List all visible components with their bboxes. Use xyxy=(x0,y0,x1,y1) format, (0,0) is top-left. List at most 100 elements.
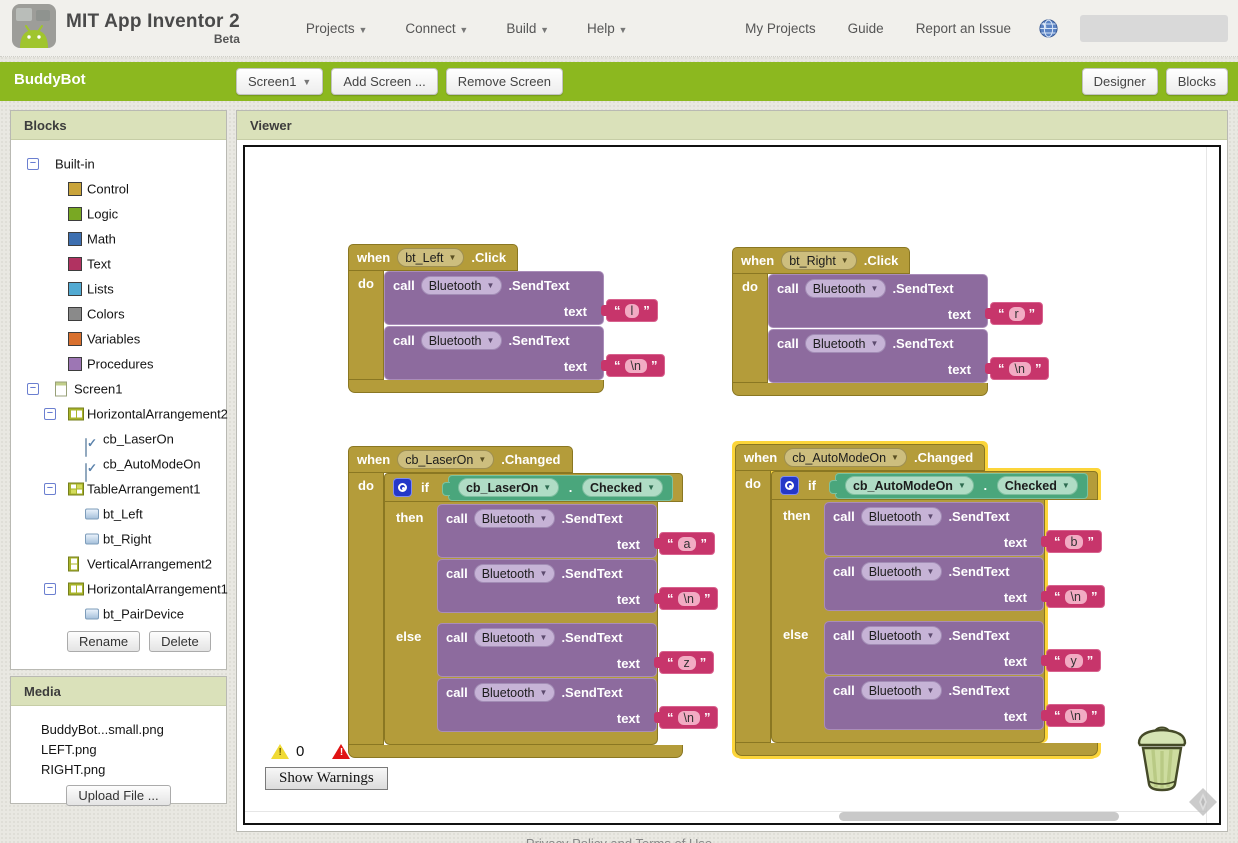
text-string-block[interactable]: “\n” xyxy=(653,706,719,729)
rename-button[interactable]: Rename xyxy=(67,631,141,652)
collapse-toggle-icon[interactable]: − xyxy=(44,482,56,495)
call-block[interactable]: call Bluetooth ▼ .SendText text “\n” xyxy=(437,678,719,732)
tree-item-colors[interactable]: Colors xyxy=(11,301,226,326)
designer-view-button[interactable]: Designer xyxy=(1081,68,1158,95)
link-report-an-issue[interactable]: Report an Issue xyxy=(916,21,1011,36)
collapse-toggle-icon[interactable]: − xyxy=(44,407,56,420)
menu-projects[interactable]: Projects ▼ xyxy=(306,21,367,36)
tree-item-text[interactable]: Text xyxy=(11,251,226,276)
component-dropdown[interactable]: Bluetooth ▼ xyxy=(804,279,887,298)
string-value[interactable]: r xyxy=(1008,306,1025,321)
tree-item-control[interactable]: Control xyxy=(11,176,226,201)
property-dropdown[interactable]: Checked ▼ xyxy=(996,476,1078,495)
string-value[interactable]: \n xyxy=(677,710,700,725)
media-file-left-png[interactable]: LEFT.png xyxy=(41,740,226,760)
string-value[interactable]: y xyxy=(1064,653,1083,668)
component-dropdown[interactable]: Bluetooth ▼ xyxy=(420,276,503,295)
component-dropdown[interactable]: Bluetooth ▼ xyxy=(420,331,503,350)
menu-connect[interactable]: Connect ▼ xyxy=(405,21,468,36)
component-dropdown[interactable]: cb_AutoModeOn ▼ xyxy=(844,476,974,495)
if-block[interactable]: if cb_AutoModeOn ▼ . Checked ▼ then call Blu… xyxy=(771,471,1106,743)
tree-item-verticalarrangement2[interactable]: VerticalArrangement2 xyxy=(11,551,226,576)
screen-selector-button[interactable]: Screen1 ▼ xyxy=(236,68,324,95)
text-string-block[interactable]: “b” xyxy=(1041,530,1102,553)
add-screen-button[interactable]: Add Screen ... xyxy=(331,68,438,95)
tree-item-built-in[interactable]: − Built-in xyxy=(11,151,226,176)
when-bt-right-stack[interactable]: when bt_Right ▼ .Click do call Bluetooth ▼ .Se… xyxy=(732,247,1050,396)
call-block[interactable]: call Bluetooth ▼ .SendText text “l” xyxy=(384,271,658,325)
tree-item-bt-pairdevice[interactable]: bt_PairDevice xyxy=(11,601,226,626)
tree-item-logic[interactable]: Logic xyxy=(11,201,226,226)
component-dropdown[interactable]: cb_AutoModeOn ▼ xyxy=(784,448,907,467)
property-dropdown[interactable]: Checked ▼ xyxy=(581,478,664,497)
text-string-block[interactable]: “\n” xyxy=(1040,585,1106,608)
text-string-block[interactable]: “a” xyxy=(654,532,715,555)
user-account-redacted[interactable] xyxy=(1080,14,1228,42)
mutator-gear-icon[interactable] xyxy=(393,478,412,497)
footer-links[interactable]: Privacy Policy and Terms of Use xyxy=(0,836,1238,843)
upload-file-button[interactable]: Upload File ... xyxy=(66,785,171,806)
blockly-logo[interactable] xyxy=(1188,787,1218,822)
string-value[interactable]: \n xyxy=(624,358,647,373)
link-guide[interactable]: Guide xyxy=(848,21,884,36)
component-dropdown[interactable]: Bluetooth ▼ xyxy=(473,683,556,702)
call-block[interactable]: call Bluetooth ▼ .SendText text “r” xyxy=(768,274,1044,328)
call-block[interactable]: call Bluetooth ▼ .SendText text “y” xyxy=(824,621,1102,675)
blocks-view-button[interactable]: Blocks xyxy=(1165,68,1228,95)
text-string-block[interactable]: “\n” xyxy=(653,587,719,610)
tree-item-screen1[interactable]: − Screen1 xyxy=(11,376,226,401)
text-string-block[interactable]: “z” xyxy=(653,651,715,674)
component-dropdown[interactable]: Bluetooth ▼ xyxy=(860,507,943,526)
tree-item-procedures[interactable]: Procedures xyxy=(11,351,226,376)
text-string-block[interactable]: “\n” xyxy=(600,354,666,377)
call-block[interactable]: call Bluetooth ▼ .SendText text “z” xyxy=(437,623,715,677)
link-my-projects[interactable]: My Projects xyxy=(745,21,816,36)
text-string-block[interactable]: “\n” xyxy=(1040,704,1106,727)
collapse-toggle-icon[interactable]: − xyxy=(27,157,39,170)
component-dropdown[interactable]: cb_LaserOn ▼ xyxy=(397,450,495,469)
component-dropdown[interactable]: bt_Left ▼ xyxy=(397,248,465,267)
horizontal-scrollbar[interactable] xyxy=(839,812,1119,821)
warning-counter[interactable]: ! 0 xyxy=(271,743,304,760)
component-dropdown[interactable]: Bluetooth ▼ xyxy=(473,628,556,647)
component-dropdown[interactable]: Bluetooth ▼ xyxy=(473,509,556,528)
tree-item-horizontalarrangement1[interactable]: − HorizontalArrangement1 xyxy=(11,576,228,601)
tree-item-bt-right[interactable]: bt_Right xyxy=(11,526,226,551)
if-block[interactable]: if cb_LaserOn ▼ . Checked ▼ then call Blueto… xyxy=(384,473,719,745)
when-cb-laseron-stack[interactable]: when cb_LaserOn ▼ .Changed do if cb_LaserOn ▼… xyxy=(348,446,719,758)
tree-item-horizontalarrangement2[interactable]: − HorizontalArrangement2 xyxy=(11,401,228,426)
call-block[interactable]: call Bluetooth ▼ .SendText text “\n” xyxy=(824,557,1106,611)
tree-item-cb-laseron[interactable]: ✓ cb_LaserOn xyxy=(11,426,226,457)
string-value[interactable]: l xyxy=(624,303,640,318)
string-value[interactable]: \n xyxy=(1008,361,1031,376)
component-dropdown[interactable]: cb_LaserOn ▼ xyxy=(457,478,560,497)
text-string-block[interactable]: “r” xyxy=(984,302,1044,325)
text-string-block[interactable]: “\n” xyxy=(984,357,1050,380)
text-string-block[interactable]: “y” xyxy=(1040,649,1102,672)
call-block[interactable]: call Bluetooth ▼ .SendText text “a” xyxy=(437,504,715,558)
component-dropdown[interactable]: Bluetooth ▼ xyxy=(804,334,887,353)
blocks-workspace-canvas[interactable]: ! 0 ! 0 Show Warnings xyxy=(243,145,1221,825)
call-block[interactable]: call Bluetooth ▼ .SendText text “\n” xyxy=(437,559,719,613)
when-cb-automodeon-stack[interactable]: when cb_AutoModeOn ▼ .Changed do if cb_AutoMo… xyxy=(735,444,1106,756)
menu-help[interactable]: Help ▼ xyxy=(587,21,627,36)
string-value[interactable]: a xyxy=(677,536,697,551)
string-value[interactable]: \n xyxy=(677,591,700,606)
component-dropdown[interactable]: Bluetooth ▼ xyxy=(860,681,943,700)
component-dropdown[interactable]: Bluetooth ▼ xyxy=(860,562,943,581)
condition-block[interactable]: cb_AutoModeOn ▼ . Checked ▼ xyxy=(828,472,1088,499)
call-block[interactable]: call Bluetooth ▼ .SendText text “\n” xyxy=(384,326,666,380)
tree-item-lists[interactable]: Lists xyxy=(11,276,226,301)
delete-button[interactable]: Delete xyxy=(149,631,211,652)
media-file-buddybot-small-png[interactable]: BuddyBot...small.png xyxy=(41,720,226,740)
string-value[interactable]: \n xyxy=(1064,708,1087,723)
text-string-block[interactable]: “l” xyxy=(601,299,658,322)
tree-item-cb-automodeon[interactable]: ✓ cb_AutoModeOn xyxy=(11,451,226,482)
component-dropdown[interactable]: Bluetooth ▼ xyxy=(860,626,943,645)
call-block[interactable]: call Bluetooth ▼ .SendText text “\n” xyxy=(824,676,1106,730)
call-block[interactable]: call Bluetooth ▼ .SendText text “\n” xyxy=(768,329,1050,383)
language-globe-icon[interactable] xyxy=(1039,18,1058,38)
trash-icon[interactable] xyxy=(1133,721,1191,798)
show-warnings-button[interactable]: Show Warnings xyxy=(265,767,388,790)
collapse-toggle-icon[interactable]: − xyxy=(27,382,39,395)
